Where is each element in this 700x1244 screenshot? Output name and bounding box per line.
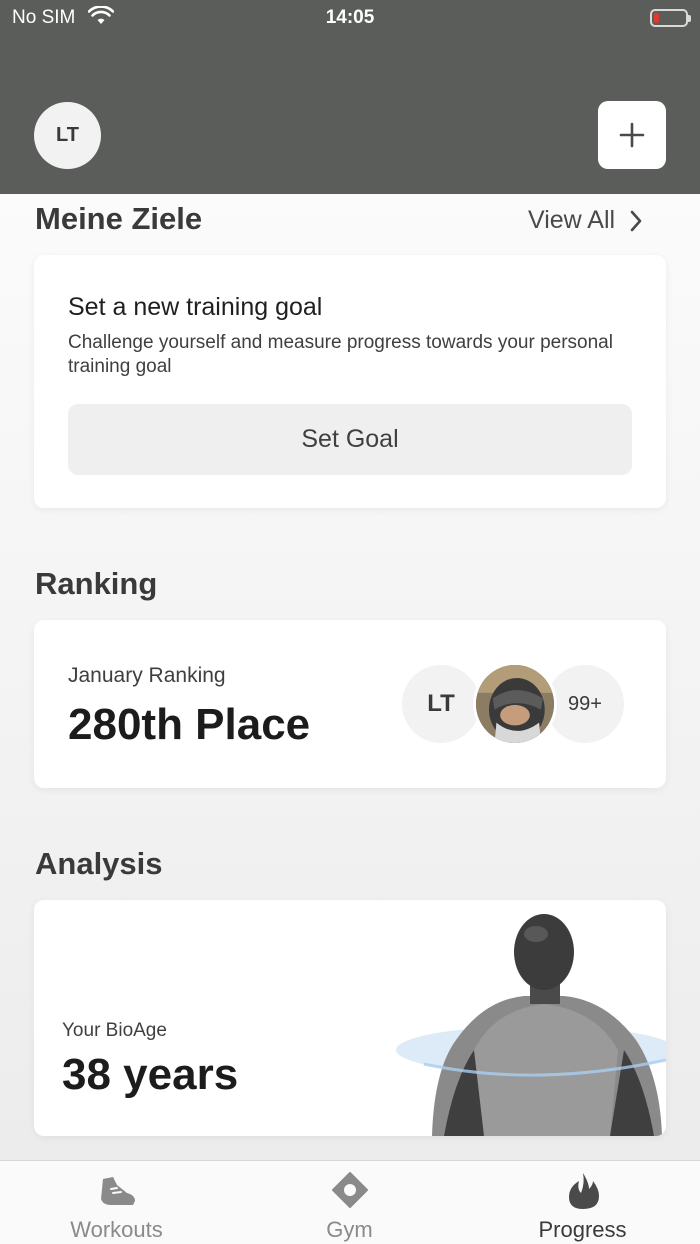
flame-icon	[568, 1173, 599, 1209]
app-header: No SIM 14:05 LT	[0, 0, 700, 194]
tab-progress-label: Progress	[538, 1217, 627, 1242]
battery-level	[654, 13, 659, 23]
ranking-place: 280th Place	[68, 700, 311, 749]
add-button[interactable]	[598, 101, 666, 169]
ranking-label: January Ranking	[68, 664, 226, 687]
bioage-card[interactable]: Your BioAge 38 years	[34, 900, 666, 1136]
shoe-icon	[100, 1177, 135, 1205]
analysis-section-title: Analysis	[35, 846, 163, 881]
status-bar: No SIM 14:05	[0, 0, 700, 36]
status-time: 14:05	[325, 7, 375, 28]
set-goal-button[interactable]: Set Goal	[68, 404, 632, 475]
tab-bar: Workouts Gym Progress	[0, 1160, 700, 1244]
view-all-link[interactable]: View All	[528, 206, 643, 235]
ranking-card[interactable]: January Ranking 280th Place LT 99+	[34, 620, 666, 788]
chevron-right-icon	[630, 210, 642, 231]
plus-icon	[619, 122, 645, 148]
bioage-value: 38 years	[62, 1050, 239, 1099]
location-pin-icon	[331, 1172, 368, 1208]
profile-avatar[interactable]: LT	[34, 102, 101, 169]
goals-section-title: Meine Ziele	[35, 201, 203, 236]
bioage-label: Your BioAge	[62, 1020, 167, 1041]
tab-gym-label: Gym	[326, 1217, 373, 1242]
view-all-label: View All	[528, 206, 616, 234]
tab-gym[interactable]: Gym	[233, 1161, 466, 1244]
goal-card-description: Challenge yourself and measure progress …	[68, 332, 613, 377]
battery-icon	[650, 9, 691, 27]
athlete-illustration	[396, 914, 666, 1136]
ranking-section-title: Ranking	[35, 566, 158, 601]
tab-progress[interactable]: Progress	[466, 1161, 699, 1244]
progress-content[interactable]: Meine Ziele View All Set a new training …	[0, 194, 700, 1160]
goal-card-title: Set a new training goal	[68, 293, 323, 321]
participant-avatar-initials: LT	[399, 662, 483, 746]
tab-workouts[interactable]: Workouts	[0, 1161, 233, 1244]
person-photo-icon	[476, 665, 554, 743]
tab-workouts-label: Workouts	[70, 1217, 163, 1242]
goal-card: Set a new training goal Challenge yourse…	[34, 255, 666, 508]
participant-avatar-photo	[473, 662, 557, 746]
